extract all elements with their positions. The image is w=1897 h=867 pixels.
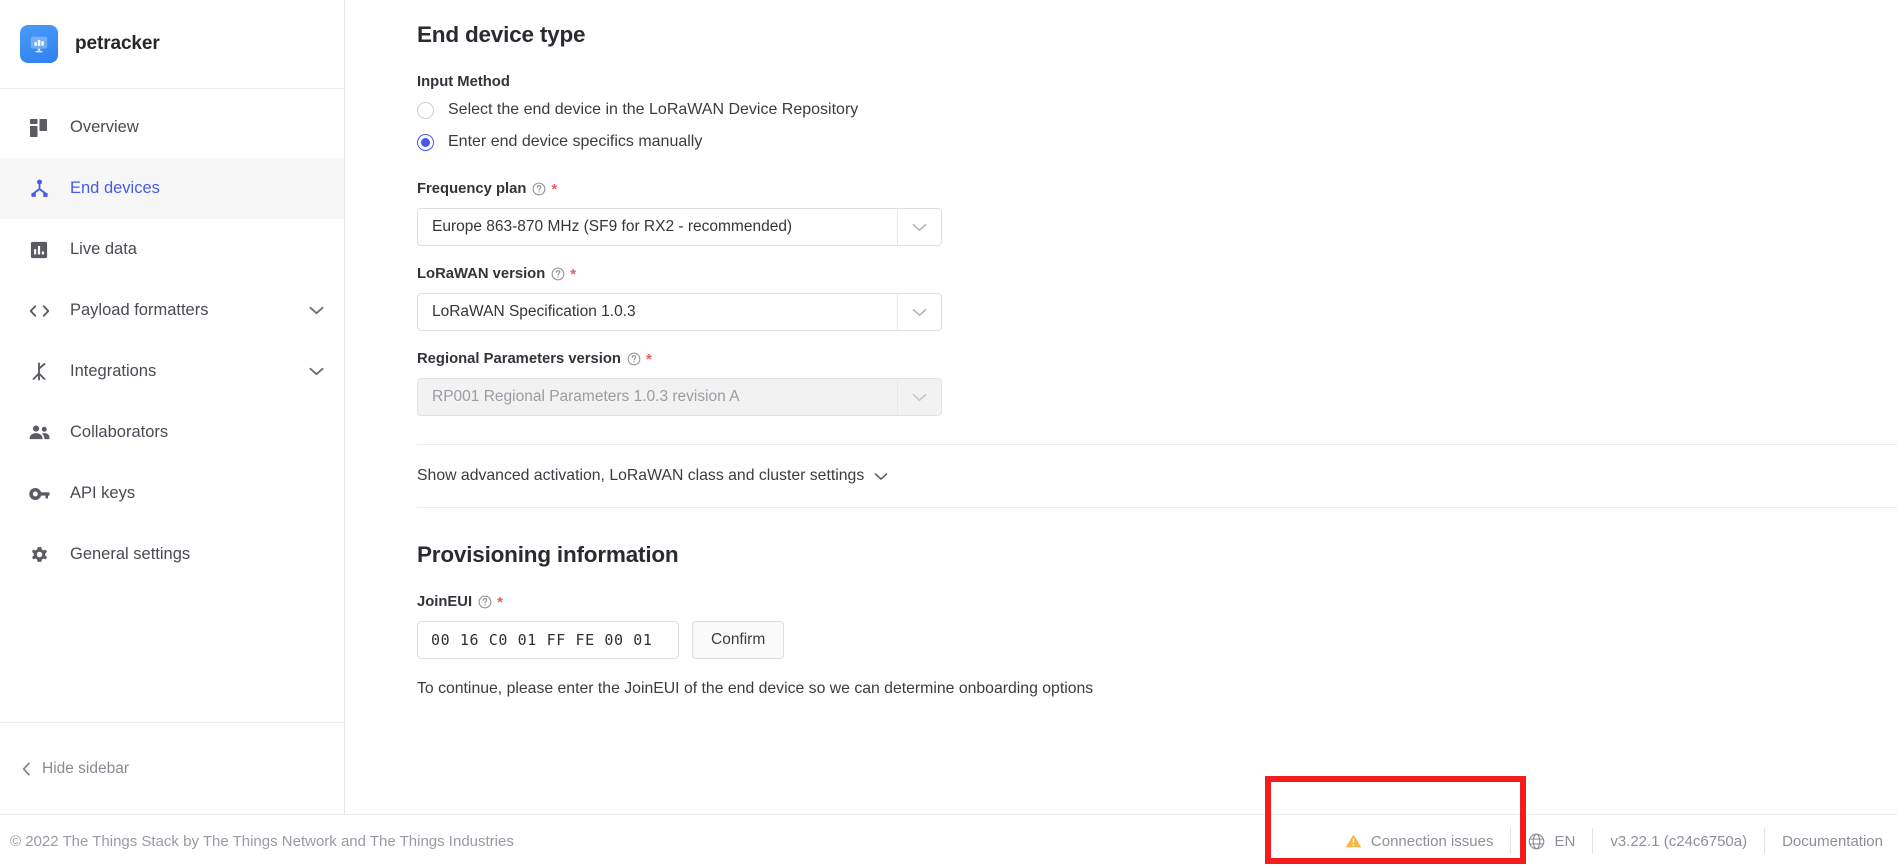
sidebar-nav: Overview End devices Live data Payload f… (0, 89, 344, 722)
sidebar: petracker Overview End devices Live data… (0, 0, 345, 814)
input-method-label-text: Input Method (417, 74, 510, 90)
version-label: v3.22.1 (c24c6750a) (1592, 828, 1764, 854)
sidebar-item-overview[interactable]: Overview (0, 97, 344, 158)
integrations-branch-icon (26, 359, 52, 385)
language-label: EN (1554, 832, 1576, 850)
connection-issues-label: Connection issues (1370, 832, 1494, 850)
documentation-link[interactable]: Documentation (1764, 828, 1897, 854)
radio-option-device-repository[interactable]: Select the end device in the LoRaWAN Dev… (417, 101, 1837, 119)
sidebar-item-end-devices[interactable]: End devices (0, 158, 344, 219)
help-circle-icon[interactable] (627, 352, 641, 366)
warning-triangle-icon (1345, 833, 1362, 849)
app-root: petracker Overview End devices Live data… (0, 0, 1897, 867)
chevron-down-icon[interactable] (309, 306, 324, 315)
advanced-settings-label: Show advanced activation, LoRaWAN class … (417, 467, 865, 484)
hide-sidebar-button[interactable]: Hide sidebar (22, 760, 129, 778)
sidebar-item-label: API keys (70, 484, 136, 502)
gear-icon (26, 542, 52, 568)
radio-option-manual[interactable]: Enter end device specifics manually (417, 133, 1837, 151)
join-eui-hint: To continue, please enter the JoinEUI of… (417, 680, 1094, 697)
radio-indicator[interactable] (417, 133, 434, 151)
chevron-down-icon[interactable] (897, 209, 941, 245)
provisioning-title: Provisioning information (417, 542, 679, 567)
chevron-down-icon (874, 472, 888, 481)
chevron-down-icon[interactable] (309, 367, 324, 376)
help-circle-icon[interactable] (532, 182, 546, 196)
field-regional-parameters: Regional Parameters version * RP001 Regi… (417, 351, 1837, 416)
sidebar-item-general-settings[interactable]: General settings (0, 524, 344, 585)
form-container: End device type Input Method Select the … (345, 0, 1897, 698)
divider-bottom (417, 507, 1897, 508)
help-circle-icon[interactable] (551, 267, 565, 281)
radio-indicator[interactable] (417, 101, 434, 119)
hide-sidebar-label: Hide sidebar (42, 759, 130, 777)
join-eui-input[interactable]: 00 16 C0 01 FF FE 00 01 (417, 621, 679, 659)
regional-parameters-value: RP001 Regional Parameters 1.0.3 revision… (432, 388, 740, 405)
dashboard-grid-icon (26, 115, 52, 141)
bar-chart-monitor-icon (20, 25, 58, 63)
chevron-down-icon[interactable] (897, 294, 941, 330)
sidebar-item-live-data[interactable]: Live data (0, 219, 344, 280)
required-marker: * (570, 265, 577, 283)
connection-issues-status[interactable]: Connection issues (1328, 828, 1511, 854)
help-circle-icon[interactable] (478, 595, 492, 609)
copyright-text: © 2022 The Things Stack by The Things Ne… (10, 832, 514, 850)
body-row: petracker Overview End devices Live data… (0, 0, 1897, 814)
label-text: LoRaWAN version (417, 266, 546, 282)
key-icon (26, 481, 52, 507)
required-marker: * (497, 593, 503, 611)
label-text: Regional Parameters version (417, 351, 621, 367)
brand-name: petracker (75, 33, 160, 54)
bar-chart-icon (26, 237, 52, 263)
field-lorawan-version: LoRaWAN version * LoRaWAN Specification … (417, 266, 1837, 331)
globe-icon (1528, 833, 1545, 850)
lorawan-version-select[interactable]: LoRaWAN Specification 1.0.3 (417, 293, 942, 331)
input-method-label: Input Method (417, 74, 1837, 90)
page-title: End device type (417, 22, 586, 47)
brand-header[interactable]: petracker (0, 0, 344, 89)
sidebar-item-label: Payload formatters (70, 301, 209, 319)
field-frequency-plan: Frequency plan * Europe 863-870 MHz (SF9… (417, 181, 1837, 246)
sidebar-item-payload-formatters[interactable]: Payload formatters (0, 280, 344, 341)
main-content: End device type Input Method Select the … (345, 0, 1897, 814)
people-icon (26, 420, 52, 446)
sidebar-item-collaborators[interactable]: Collaborators (0, 402, 344, 463)
lorawan-version-label: LoRaWAN version * (417, 266, 1837, 282)
sidebar-item-label: Collaborators (70, 423, 169, 441)
join-eui-row: 00 16 C0 01 FF FE 00 01 Confirm (417, 621, 1837, 659)
label-text: Frequency plan (417, 181, 527, 197)
frequency-plan-value: Europe 863-870 MHz (SF9 for RX2 - recomm… (432, 218, 793, 235)
sidebar-item-label: General settings (70, 545, 191, 563)
sidebar-footer: Hide sidebar (0, 722, 344, 814)
chevron-down-icon (897, 379, 941, 415)
app-footer: © 2022 The Things Stack by The Things Ne… (0, 814, 1897, 867)
sidebar-item-label: Integrations (70, 362, 157, 380)
language-selector[interactable]: EN (1510, 828, 1592, 854)
sidebar-item-integrations[interactable]: Integrations (0, 341, 344, 402)
footer-right-group: Connection issues EN v3.22.1 (c24c6750a)… (1328, 815, 1897, 867)
sidebar-item-label: End devices (70, 179, 160, 197)
required-marker: * (551, 180, 558, 198)
join-eui-label: JoinEUI * (417, 594, 1837, 610)
sidebar-item-label: Overview (70, 118, 139, 136)
regional-parameters-select: RP001 Regional Parameters 1.0.3 revision… (417, 378, 942, 416)
device-node-icon (26, 176, 52, 202)
radio-option-label: Select the end device in the LoRaWAN Dev… (448, 101, 859, 118)
radio-option-label: Enter end device specifics manually (448, 133, 703, 150)
lorawan-version-value: LoRaWAN Specification 1.0.3 (432, 303, 636, 320)
code-brackets-icon (26, 298, 52, 324)
sidebar-item-api-keys[interactable]: API keys (0, 463, 344, 524)
advanced-settings-toggle[interactable]: Show advanced activation, LoRaWAN class … (417, 445, 888, 507)
sidebar-item-label: Live data (70, 240, 137, 258)
required-marker: * (645, 350, 652, 368)
confirm-button[interactable]: Confirm (692, 621, 785, 659)
frequency-plan-select[interactable]: Europe 863-870 MHz (SF9 for RX2 - recomm… (417, 208, 942, 246)
frequency-plan-label: Frequency plan * (417, 181, 1837, 197)
chevron-left-icon (22, 761, 31, 776)
regional-parameters-label: Regional Parameters version * (417, 351, 1837, 367)
label-text: JoinEUI (417, 594, 473, 610)
